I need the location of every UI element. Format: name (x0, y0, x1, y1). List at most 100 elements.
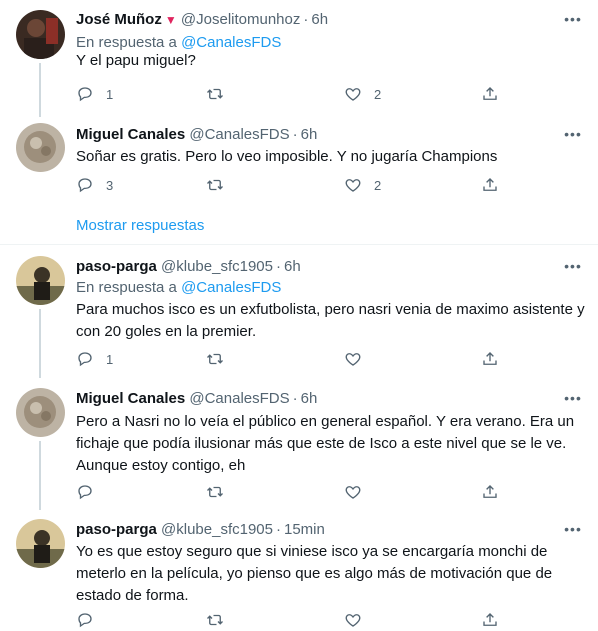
reply-button[interactable] (76, 610, 106, 630)
tweet-header: Miguel Canales @CanalesFDS · 6h (76, 389, 317, 409)
reply-icon (76, 350, 94, 368)
share-icon (481, 611, 499, 629)
retweet-icon (206, 176, 224, 194)
retweet-icon (206, 350, 224, 368)
like-button[interactable]: 2 (344, 84, 381, 104)
share-button[interactable] (481, 610, 499, 630)
tweet-text: Para muchos isco es un exfutbolista, per… (76, 301, 585, 340)
avatar[interactable] (16, 388, 65, 437)
handle[interactable]: @klube_sfc1905 (161, 521, 273, 538)
handle[interactable]: @klube_sfc1905 (161, 258, 273, 275)
reply-button[interactable] (76, 482, 106, 502)
action-bar: 3 2 (76, 175, 506, 195)
heart-icon (344, 350, 362, 368)
retweet-icon (206, 483, 224, 501)
retweet-button[interactable] (206, 482, 236, 502)
retweet-button[interactable] (206, 84, 236, 104)
more-icon[interactable]: ••• (564, 127, 582, 143)
action-bar: 1 2 (76, 84, 506, 104)
tweet[interactable]: Miguel Canales @CanalesFDS · 6h ••• Pero a… (0, 378, 598, 510)
separator-dot: · (276, 521, 281, 538)
heart-icon (344, 611, 362, 629)
reply-count: 1 (106, 351, 114, 367)
like-button[interactable]: 2 (344, 175, 381, 195)
reply-context: En respuesta a @CanalesFDS (76, 278, 281, 298)
separator-dot: · (292, 126, 298, 143)
share-icon (481, 176, 499, 194)
share-button[interactable] (481, 482, 499, 502)
thread-line (39, 441, 41, 510)
badge-icon: ▼ (164, 13, 177, 27)
reply-icon (76, 176, 94, 194)
timestamp[interactable]: 15min (284, 521, 325, 538)
separator-dot: · (276, 258, 281, 275)
tweet[interactable]: José Muñoz ▼ @Joselitomunhoz · 6h ••• En re… (0, 0, 598, 117)
thread-line (39, 63, 41, 117)
action-bar (76, 610, 506, 630)
retweet-icon (206, 85, 224, 103)
retweet-button[interactable] (206, 349, 236, 369)
separator-dot: · (292, 390, 298, 407)
share-button[interactable] (481, 349, 499, 369)
like-count: 2 (374, 86, 382, 102)
handle[interactable]: @CanalesFDS (189, 390, 289, 407)
timestamp[interactable]: 6h (284, 258, 301, 275)
share-icon (481, 483, 499, 501)
reply-button[interactable]: 1 (76, 349, 113, 369)
tweet-header: paso-parga @klube_sfc1905 · 15min (76, 520, 325, 540)
display-name[interactable]: paso-parga (76, 258, 157, 275)
more-icon[interactable]: ••• (564, 259, 582, 275)
tweet[interactable]: paso-parga @klube_sfc1905 · 15min ••• Yo e… (0, 510, 598, 631)
retweet-icon (206, 611, 224, 629)
display-name[interactable]: paso-parga (76, 521, 157, 538)
show-replies-link[interactable]: Mostrar respuestas (76, 216, 204, 236)
heart-icon (344, 176, 362, 194)
reply-icon (76, 483, 94, 501)
handle[interactable]: @CanalesFDS (189, 126, 289, 143)
reply-button[interactable]: 3 (76, 175, 113, 195)
display-name[interactable]: José Muñoz (76, 11, 162, 28)
heart-icon (344, 85, 362, 103)
tweet-text: Yo es que estoy seguro que si viniese is… (76, 543, 553, 604)
like-button[interactable] (344, 349, 374, 369)
tweet-header: José Muñoz ▼ @Joselitomunhoz · 6h (76, 10, 328, 30)
like-button[interactable] (344, 482, 374, 502)
reply-count: 1 (106, 86, 114, 102)
share-icon (481, 85, 499, 103)
reply-icon (76, 85, 94, 103)
retweet-button[interactable] (206, 175, 236, 195)
avatar[interactable] (16, 519, 65, 568)
display-name[interactable]: Miguel Canales (76, 390, 185, 407)
avatar[interactable] (16, 256, 65, 305)
share-icon (481, 350, 499, 368)
tweet-text: Y el papu miguel? (76, 52, 196, 69)
thread-line (39, 309, 41, 378)
share-button[interactable] (481, 175, 499, 195)
like-count: 2 (374, 177, 382, 193)
reply-count: 3 (106, 177, 114, 193)
mention-link[interactable]: @CanalesFDS (181, 34, 281, 51)
timestamp[interactable]: 6h (301, 390, 318, 407)
timestamp[interactable]: 6h (301, 126, 318, 143)
tweet[interactable]: paso-parga @klube_sfc1905 · 6h ••• En resp… (0, 245, 598, 378)
more-icon[interactable]: ••• (564, 391, 582, 407)
action-bar (76, 482, 506, 502)
action-bar: 1 (76, 349, 506, 369)
share-button[interactable] (481, 84, 499, 104)
display-name[interactable]: Miguel Canales (76, 126, 185, 143)
reply-icon (76, 611, 94, 629)
avatar[interactable] (16, 10, 65, 59)
like-button[interactable] (344, 610, 374, 630)
retweet-button[interactable] (206, 610, 236, 630)
tweet-header: paso-parga @klube_sfc1905 · 6h (76, 257, 301, 277)
more-icon[interactable]: ••• (564, 522, 582, 538)
separator-dot: · (303, 11, 309, 28)
reply-button[interactable]: 1 (76, 84, 113, 104)
handle[interactable]: @Joselitomunhoz (181, 11, 300, 28)
mention-link[interactable]: @CanalesFDS (181, 279, 281, 296)
tweet-header: Miguel Canales @CanalesFDS · 6h (76, 125, 317, 145)
more-icon[interactable]: ••• (564, 12, 582, 28)
avatar[interactable] (16, 123, 65, 172)
timestamp[interactable]: 6h (311, 11, 328, 28)
tweet-text: Soñar es gratis. Pero lo veo imposible. … (76, 148, 498, 165)
